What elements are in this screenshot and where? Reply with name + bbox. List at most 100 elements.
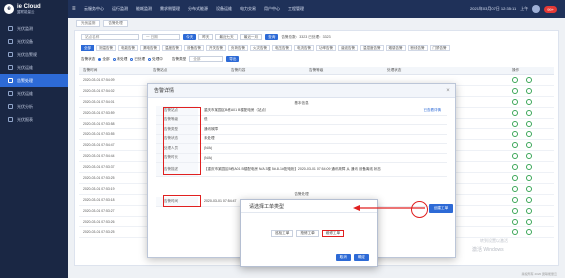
search-input[interactable]: 站点名称 bbox=[81, 34, 139, 40]
type-select[interactable]: 全部 bbox=[189, 56, 224, 62]
range-button[interactable]: 最近七天 bbox=[215, 34, 238, 40]
category-chip[interactable]: 门禁告警 bbox=[429, 45, 450, 51]
process-icon[interactable] bbox=[526, 76, 532, 83]
category-chip[interactable]: 开关告警 bbox=[206, 45, 226, 51]
process-icon[interactable] bbox=[526, 164, 532, 171]
wo-option-button[interactable]: 巡检工单 bbox=[271, 230, 294, 237]
avatar[interactable] bbox=[532, 5, 541, 13]
view-icon[interactable] bbox=[512, 98, 518, 105]
row-actions bbox=[512, 164, 554, 171]
create-work-order-button[interactable]: 创建工单 bbox=[429, 204, 453, 213]
alert-badge[interactable]: 99+ bbox=[544, 5, 557, 13]
process-icon[interactable] bbox=[526, 153, 532, 160]
process-icon[interactable] bbox=[526, 218, 532, 225]
process-icon[interactable] bbox=[526, 185, 532, 192]
wo-option-button[interactable]: 维修工单 bbox=[321, 230, 345, 237]
status-option[interactable]: 处理中 bbox=[148, 57, 163, 62]
category-chip[interactable]: 烟感告警 bbox=[385, 45, 406, 51]
sidebar-item[interactable]: 告警处理 bbox=[0, 74, 68, 87]
view-icon[interactable] bbox=[512, 207, 518, 214]
category-chip[interactable]: 电能告警 bbox=[118, 45, 138, 51]
process-icon[interactable] bbox=[526, 196, 532, 203]
process-icon[interactable] bbox=[526, 87, 532, 94]
sidebar-item[interactable]: 光伏运维 bbox=[0, 87, 68, 100]
nav-item[interactable]: 云服务中心 bbox=[80, 6, 108, 12]
sidebar-item[interactable]: 光伏监测 bbox=[0, 22, 68, 35]
category-chip[interactable]: 火灾告警 bbox=[250, 45, 270, 51]
range-button[interactable]: 今天 bbox=[183, 34, 197, 40]
breadcrumb-current[interactable]: 告警处理 bbox=[103, 19, 128, 27]
process-icon[interactable] bbox=[526, 229, 532, 236]
process-icon[interactable] bbox=[526, 207, 532, 214]
watermark-line2: 转到设置以激活 bbox=[480, 238, 508, 243]
category-chip[interactable]: 断线告警 bbox=[407, 45, 428, 51]
nav-item[interactable]: 需求侧管理 bbox=[156, 6, 184, 12]
process-icon[interactable] bbox=[526, 109, 532, 116]
category-chip[interactable]: 温湿度告警 bbox=[360, 45, 384, 51]
status-option[interactable]: 未处理 bbox=[112, 57, 127, 62]
category-chip[interactable]: 谐波告警 bbox=[338, 45, 358, 51]
export-button[interactable]: 导出 bbox=[226, 56, 240, 62]
nav-item[interactable]: 设备运维 bbox=[212, 6, 236, 12]
breadcrumb-home[interactable]: 光伏监测 bbox=[76, 19, 101, 27]
view-icon[interactable] bbox=[512, 153, 518, 160]
sidebar-item[interactable]: 光伏报表 bbox=[0, 113, 68, 126]
row-actions bbox=[512, 109, 554, 116]
view-icon[interactable] bbox=[512, 196, 518, 203]
status-option[interactable]: 全部 bbox=[98, 57, 110, 62]
view-icon[interactable] bbox=[512, 229, 518, 236]
status-option[interactable]: 已处理 bbox=[130, 57, 145, 62]
date-picker[interactable]: 一 日期 bbox=[142, 34, 180, 40]
category-chip[interactable]: 电流告警 bbox=[294, 45, 314, 51]
sidebar-item[interactable]: 光伏分析 bbox=[0, 100, 68, 113]
wo-cancel-button[interactable]: 取消 bbox=[335, 254, 351, 261]
view-icon[interactable] bbox=[512, 120, 518, 127]
category-chip[interactable]: 设备告警 bbox=[184, 45, 204, 51]
sidebar-item[interactable]: 光伏设备 bbox=[0, 35, 68, 48]
row-actions bbox=[512, 207, 554, 214]
process-icon[interactable] bbox=[526, 142, 532, 149]
close-icon[interactable]: × bbox=[441, 88, 455, 94]
view-icon[interactable] bbox=[512, 76, 518, 83]
nav-item[interactable]: 运行监测 bbox=[108, 6, 132, 12]
row-time: 2020-03-01 07:53:58 bbox=[83, 121, 115, 126]
category-chip[interactable]: 功率告警 bbox=[316, 45, 336, 51]
view-icon[interactable] bbox=[512, 185, 518, 192]
process-icon[interactable] bbox=[526, 120, 532, 127]
view-icon[interactable] bbox=[512, 87, 518, 94]
category-chip[interactable]: 温度告警 bbox=[162, 45, 182, 51]
process-icon[interactable] bbox=[526, 98, 532, 105]
sidebar-item[interactable]: 光伏告警规 bbox=[0, 48, 68, 61]
view-icon[interactable] bbox=[512, 218, 518, 225]
highlight-circle bbox=[411, 201, 428, 218]
view-icon[interactable] bbox=[512, 174, 518, 181]
nav-item[interactable]: 工程管理 bbox=[284, 6, 308, 12]
category-chip[interactable]: 电压告警 bbox=[272, 45, 292, 51]
range-button[interactable]: 最近一月 bbox=[239, 34, 263, 40]
highlight-box-fields bbox=[163, 107, 201, 175]
view-icon[interactable] bbox=[512, 109, 518, 116]
process-icon[interactable] bbox=[526, 174, 532, 181]
menu-icon[interactable]: ≡ bbox=[72, 6, 80, 12]
category-chip[interactable]: 全部 bbox=[81, 45, 94, 51]
category-chip[interactable]: 负荷告警 bbox=[228, 45, 248, 51]
sidebar-item-label: 光伏设备 bbox=[17, 38, 33, 44]
wo-confirm-button[interactable]: 确定 bbox=[353, 254, 369, 261]
nav-item[interactable]: 电力交易 bbox=[236, 6, 260, 12]
range-button[interactable]: 昨天 bbox=[198, 34, 214, 40]
sidebar-item[interactable]: 光伏运维 bbox=[0, 61, 68, 74]
category-chip[interactable]: 测温告警 bbox=[96, 45, 116, 51]
nav-item[interactable]: 能耗监测 bbox=[132, 6, 156, 12]
process-icon[interactable] bbox=[526, 131, 532, 138]
nav-item[interactable]: 分布式能源 bbox=[184, 6, 212, 12]
nav-item[interactable]: 用户中心 bbox=[260, 6, 284, 12]
row-actions bbox=[512, 196, 554, 203]
view-icon[interactable] bbox=[512, 131, 518, 138]
view-icon[interactable] bbox=[512, 164, 518, 171]
wo-footer: 取消 确定 bbox=[335, 254, 369, 261]
category-chip[interactable]: 漏电告警 bbox=[140, 45, 160, 51]
wo-option-button[interactable]: 抢修工单 bbox=[296, 230, 319, 237]
query-button[interactable]: 查询 bbox=[265, 34, 279, 40]
detail-link[interactable]: 已查看详情 bbox=[424, 108, 448, 113]
view-icon[interactable] bbox=[512, 142, 518, 149]
